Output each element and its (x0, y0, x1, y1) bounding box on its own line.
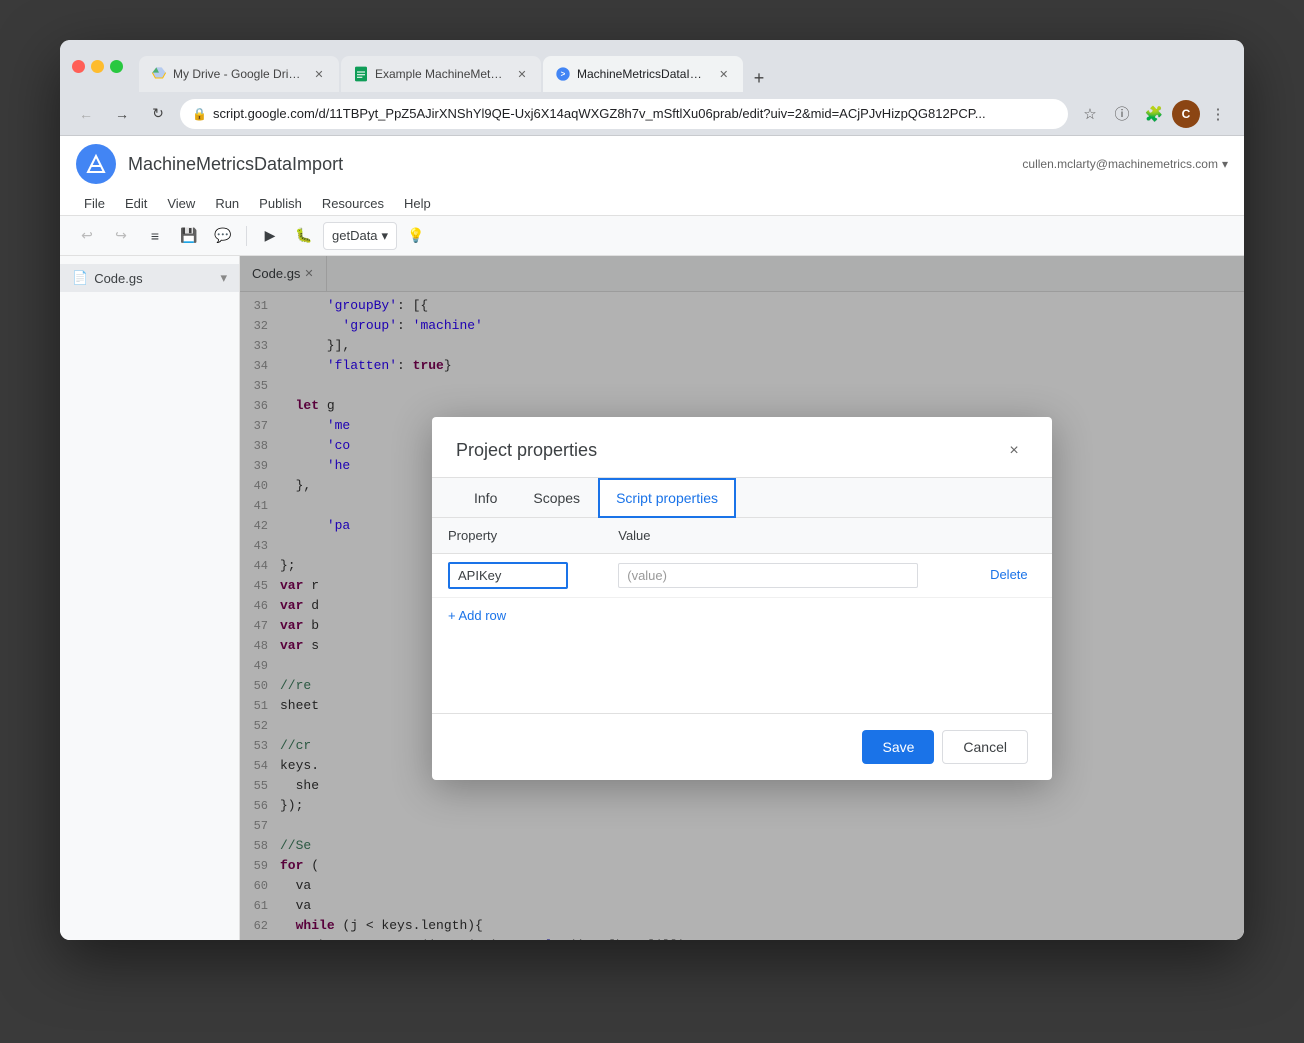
tabs-bar: My Drive - Google Drive ✕ Example Machin… (139, 40, 1232, 92)
file-icon: 📄 (72, 270, 88, 286)
minimize-window-button[interactable] (91, 60, 104, 73)
extensions-icon[interactable]: 🧩 (1140, 100, 1168, 128)
tab-3-label: MachineMetricsDataImport (577, 67, 707, 81)
close-window-button[interactable] (72, 60, 85, 73)
toolbar-divider (246, 226, 247, 246)
traffic-lights (72, 60, 123, 73)
modal-title: Project properties (456, 440, 597, 461)
sheets-icon (353, 66, 369, 82)
save-button[interactable]: 💾 (174, 221, 204, 251)
browser-tab-1[interactable]: My Drive - Google Drive ✕ (139, 56, 339, 92)
new-tab-button[interactable]: + (745, 64, 773, 92)
menu-view[interactable]: View (159, 192, 203, 215)
menu-publish[interactable]: Publish (251, 192, 310, 215)
debug-button[interactable]: 🐛 (289, 221, 319, 251)
file-menu-icon: ▾ (220, 270, 227, 286)
menu-help[interactable]: Help (396, 192, 439, 215)
modal-footer: Save Cancel (432, 713, 1052, 780)
cancel-button[interactable]: Cancel (942, 730, 1028, 764)
user-dropdown-icon: ▾ (1222, 157, 1228, 171)
address-bar: ← → ↻ 🔒 script.google.com/d/11TBPyt_PpZ5… (60, 92, 1244, 136)
apikey-value-input[interactable] (618, 563, 918, 588)
title-bar: My Drive - Google Drive ✕ Example Machin… (60, 40, 1244, 92)
apps-script-logo (84, 152, 108, 176)
bookmark-icon[interactable]: ☆ (1076, 100, 1104, 128)
action-col-header (974, 518, 1052, 554)
code-area: Code.gs ✕ 31 'groupBy': [{ 32 'group': '… (240, 256, 1244, 940)
run-button[interactable]: ▶ (255, 221, 285, 251)
gas-header: MachineMetricsDataImport cullen.mclarty@… (60, 136, 1244, 216)
modal-tab-info[interactable]: Info (456, 478, 515, 518)
maximize-window-button[interactable] (110, 60, 123, 73)
property-key-cell (432, 553, 602, 597)
modal-tabs: Info Scopes Script properties (432, 478, 1052, 518)
function-select[interactable]: getData ▾ (323, 222, 397, 250)
gas-logo (76, 144, 116, 184)
redo-button[interactable]: ↪ (106, 221, 136, 251)
modal-header: Project properties × (432, 417, 1052, 478)
forward-button[interactable]: → (108, 100, 136, 128)
tab-2-label: Example MachineMetrics Impo... (375, 67, 505, 81)
property-action-cell: Delete (974, 553, 1052, 597)
tab-1-close[interactable]: ✕ (311, 66, 327, 82)
format-button[interactable]: ≡ (140, 221, 170, 251)
table-row: Delete (432, 553, 1052, 597)
editor-area: 📄 Code.gs ▾ Code.gs ✕ 31 'groupBy (60, 256, 1244, 940)
gas-menu-row: File Edit View Run Publish Resources Hel… (60, 192, 1244, 215)
undo-button[interactable]: ↩ (72, 221, 102, 251)
comment-button[interactable]: 💬 (208, 221, 238, 251)
add-row-link[interactable]: + Add row (432, 598, 1052, 633)
gas-toolbar: ↩ ↪ ≡ 💾 💬 ▶ 🐛 getData ▾ 💡 (60, 216, 1244, 256)
tab-1-label: My Drive - Google Drive (173, 67, 301, 81)
browser-tab-2[interactable]: Example MachineMetrics Impo... ✕ (341, 56, 541, 92)
app-name: MachineMetricsDataImport (128, 154, 343, 175)
menu-file[interactable]: File (76, 192, 113, 215)
tab-3-close[interactable]: ✕ (717, 66, 731, 82)
page-content: MachineMetricsDataImport cullen.mclarty@… (60, 136, 1244, 940)
file-item-code-gs[interactable]: 📄 Code.gs ▾ (60, 264, 239, 292)
modal-tab-scopes[interactable]: Scopes (515, 478, 598, 518)
property-col-header: Property (432, 518, 602, 554)
url-text: script.google.com/d/11TBPyt_PpZ5AJirXNSh… (213, 106, 1056, 121)
menu-run[interactable]: Run (207, 192, 247, 215)
gas-title-row: MachineMetricsDataImport cullen.mclarty@… (60, 136, 1244, 192)
back-button[interactable]: ← (72, 100, 100, 128)
refresh-button[interactable]: ↻ (144, 100, 172, 128)
lock-icon: 🔒 (192, 107, 207, 121)
modal-close-button[interactable]: × (1000, 437, 1028, 465)
apikey-input[interactable] (448, 562, 568, 589)
menu-icon[interactable]: ⋮ (1204, 100, 1232, 128)
lightbulb-button[interactable]: 💡 (401, 221, 431, 251)
drive-icon (151, 66, 167, 82)
user-info: cullen.mclarty@machinemetrics.com ▾ (1022, 157, 1228, 171)
project-properties-modal: Project properties × Info Scopes Script … (432, 417, 1052, 780)
modal-body: Property Value (432, 518, 1052, 633)
modal-tab-script-properties[interactable]: Script properties (598, 478, 736, 518)
file-panel: 📄 Code.gs ▾ (60, 256, 240, 940)
value-col-header: Value (602, 518, 974, 554)
user-email: cullen.mclarty@machinemetrics.com (1022, 157, 1218, 171)
user-avatar[interactable]: C (1172, 100, 1200, 128)
function-dropdown-icon: ▾ (382, 228, 389, 244)
menu-resources[interactable]: Resources (314, 192, 392, 215)
address-actions: ☆ ⓘ 🧩 C ⋮ (1076, 100, 1232, 128)
save-button[interactable]: Save (862, 730, 934, 764)
property-value-cell (602, 553, 974, 597)
delete-row-link[interactable]: Delete (990, 567, 1028, 582)
info-icon[interactable]: ⓘ (1108, 100, 1136, 128)
menu-edit[interactable]: Edit (117, 192, 155, 215)
apps-script-icon: > (555, 66, 571, 82)
file-name: Code.gs (94, 271, 142, 286)
properties-table: Property Value (432, 518, 1052, 598)
tab-2-close[interactable]: ✕ (515, 66, 529, 82)
modal-overlay: Project properties × Info Scopes Script … (240, 256, 1244, 940)
url-bar[interactable]: 🔒 script.google.com/d/11TBPyt_PpZ5AJirXN… (180, 99, 1068, 129)
browser-tab-3[interactable]: > MachineMetricsDataImport ✕ (543, 56, 743, 92)
function-name: getData (332, 228, 378, 243)
svg-text:>: > (561, 70, 566, 79)
browser-window: My Drive - Google Drive ✕ Example Machin… (60, 40, 1244, 940)
